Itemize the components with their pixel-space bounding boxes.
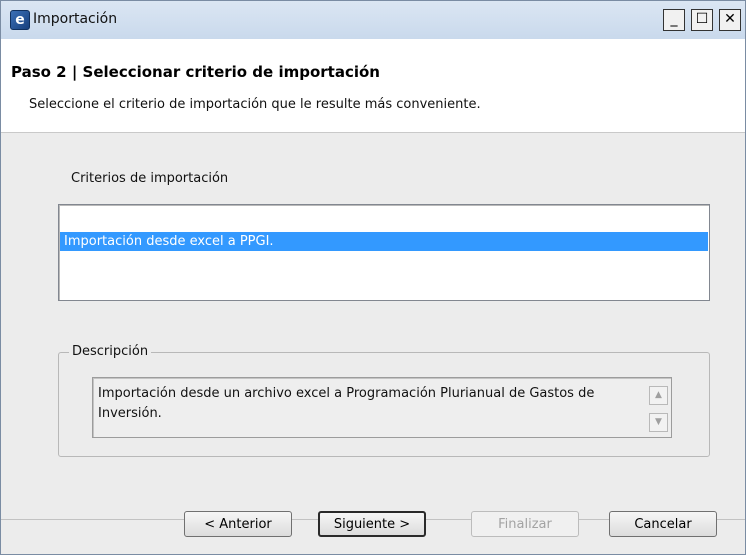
maximize-icon[interactable]: ☐ <box>691 9 713 31</box>
minimize-icon[interactable]: _ <box>663 9 685 31</box>
list-item[interactable]: Importación desde excel a PPGI. <box>60 232 708 251</box>
app-icon: e <box>10 10 30 30</box>
step-description: Seleccione el criterio de importación qu… <box>29 97 481 112</box>
next-button[interactable]: Siguiente > <box>318 511 426 537</box>
scroll-up-arrow-icon[interactable]: ▲ <box>649 386 668 405</box>
step-title: Paso 2 | Seleccionar criterio de importa… <box>11 63 380 81</box>
title-bar[interactable]: e Importación _ ☐ ✕ <box>1 1 745 39</box>
description-legend: Descripción <box>69 344 152 359</box>
description-text: Importación desde un archivo excel a Pro… <box>98 386 595 421</box>
description-textarea[interactable]: Importación desde un archivo excel a Pro… <box>92 377 672 438</box>
finish-button[interactable]: Finalizar <box>471 511 579 537</box>
criteria-label: Criterios de importación <box>71 171 229 186</box>
wizard-header: Paso 2 | Seleccionar criterio de importa… <box>1 39 745 133</box>
window-title: Importación <box>33 11 118 27</box>
scroll-down-arrow-icon[interactable]: ▼ <box>649 413 668 432</box>
close-icon[interactable]: ✕ <box>719 9 741 31</box>
import-dialog-window: e Importación _ ☐ ✕ Paso 2 | Seleccionar… <box>0 0 746 555</box>
cancel-button[interactable]: Cancelar <box>609 511 717 537</box>
back-button[interactable]: < Anterior <box>184 511 292 537</box>
criteria-listbox[interactable]: Importación desde excel a PPGI. <box>58 204 710 301</box>
